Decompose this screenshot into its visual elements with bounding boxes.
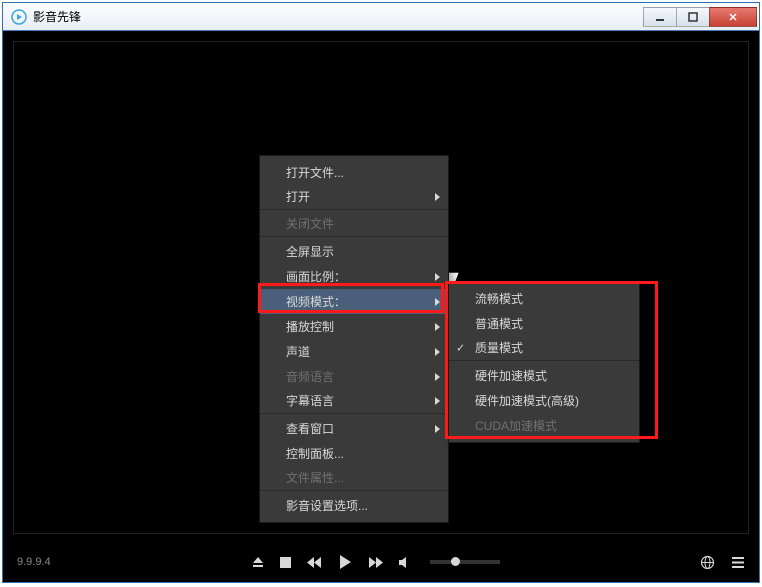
next-icon[interactable] (368, 556, 384, 569)
submenu-arrow-icon (435, 425, 440, 433)
maximize-button[interactable] (676, 7, 710, 27)
submenu-arrow-icon (435, 397, 440, 405)
app-icon (10, 8, 28, 26)
play-icon[interactable] (336, 553, 354, 571)
app-window: 影音先锋 play X/网system.com 打开文件...打开关闭文件全屏显… (2, 2, 760, 583)
window-title: 影音先锋 (33, 8, 644, 25)
submenu-item: CUDA加速模式 (449, 413, 639, 438)
minimize-button[interactable] (643, 7, 677, 27)
context-menu-item: 关闭文件 (260, 212, 448, 237)
check-icon: ✓ (456, 342, 465, 355)
context-menu-item[interactable]: 影音设置选项... (260, 493, 448, 518)
context-menu-item[interactable]: 播放控制 (260, 314, 448, 339)
previous-icon[interactable] (306, 556, 322, 569)
context-menu-item[interactable]: 字幕语言 (260, 389, 448, 414)
submenu-item[interactable]: 硬件加速模式 (449, 363, 639, 388)
globe-icon[interactable] (700, 555, 715, 570)
version-label: 9.9.9.4 (17, 556, 51, 568)
context-menu-label: 声道 (286, 343, 310, 360)
context-menu-label: 控制面板... (286, 445, 344, 462)
context-menu-item[interactable]: 画面比例： (260, 264, 448, 289)
submenu-label: 硬件加速模式 (475, 367, 547, 384)
titlebar: 影音先锋 (3, 3, 759, 31)
submenu-label: 普通模式 (475, 315, 523, 332)
context-menu-item[interactable]: 全屏显示 (260, 239, 448, 264)
submenu-arrow-icon (435, 373, 440, 381)
window-controls (644, 7, 757, 27)
context-menu-label: 字幕语言 (286, 392, 334, 409)
context-menu-item: 文件属性... (260, 466, 448, 491)
submenu-arrow-icon (435, 298, 440, 306)
submenu-label: CUDA加速模式 (475, 417, 557, 434)
submenu-arrow-icon (435, 348, 440, 356)
submenu-arrow-icon (435, 273, 440, 281)
control-bar-right (700, 555, 745, 570)
playback-controls (51, 553, 700, 571)
context-menu-label: 播放控制 (286, 318, 334, 335)
submenu-item[interactable]: 流畅模式 (449, 286, 639, 311)
volume-icon[interactable] (398, 556, 412, 569)
submenu-arrow-icon (435, 323, 440, 331)
submenu-item[interactable]: 普通模式 (449, 311, 639, 336)
context-menu-label: 影音设置选项... (286, 497, 368, 514)
context-menu-label: 打开文件... (286, 164, 344, 181)
eject-icon[interactable] (251, 555, 265, 569)
context-menu-label: 关闭文件 (286, 215, 334, 232)
context-menu-label: 画面比例： (286, 268, 346, 285)
context-menu-label: 全屏显示 (286, 243, 334, 260)
playlist-icon[interactable] (731, 556, 745, 569)
context-menu-label: 音频语言 (286, 368, 334, 385)
context-menu-item[interactable]: 声道 (260, 339, 448, 364)
close-button[interactable] (709, 7, 757, 27)
context-menu-label: 打开 (286, 188, 310, 205)
context-menu-item[interactable]: 打开文件... (260, 160, 448, 185)
volume-slider[interactable] (430, 560, 500, 564)
context-menu-label: 视频模式： (286, 293, 346, 310)
video-mode-submenu: 流畅模式普通模式 ✓ 质量模式硬件加速模式硬件加速模式(高级) CUDA加速模式 (448, 281, 640, 443)
submenu-item[interactable]: ✓ 质量模式 (449, 336, 639, 361)
context-menu-item[interactable]: 查看窗口 (260, 416, 448, 441)
context-menu-item: 音频语言 (260, 364, 448, 389)
context-menu-item[interactable]: 打开 (260, 185, 448, 210)
context-menu: 打开文件... 打开关闭文件全屏显示画面比例： 视频模式： 播放控制声道音频语言字幕语… (259, 155, 449, 523)
context-menu-label: 查看窗口 (286, 420, 334, 437)
stop-icon[interactable] (279, 556, 292, 569)
context-menu-item[interactable]: 控制面板... (260, 441, 448, 466)
submenu-arrow-icon (435, 193, 440, 201)
submenu-label: 硬件加速模式(高级) (475, 392, 579, 409)
context-menu-label: 文件属性... (286, 469, 344, 486)
submenu-label: 流畅模式 (475, 290, 523, 307)
context-menu-item[interactable]: 视频模式： (260, 289, 448, 314)
submenu-item[interactable]: 硬件加速模式(高级) (449, 388, 639, 413)
control-bar: 9.9.9.4 (3, 542, 759, 582)
submenu-label: 质量模式 (475, 339, 523, 356)
